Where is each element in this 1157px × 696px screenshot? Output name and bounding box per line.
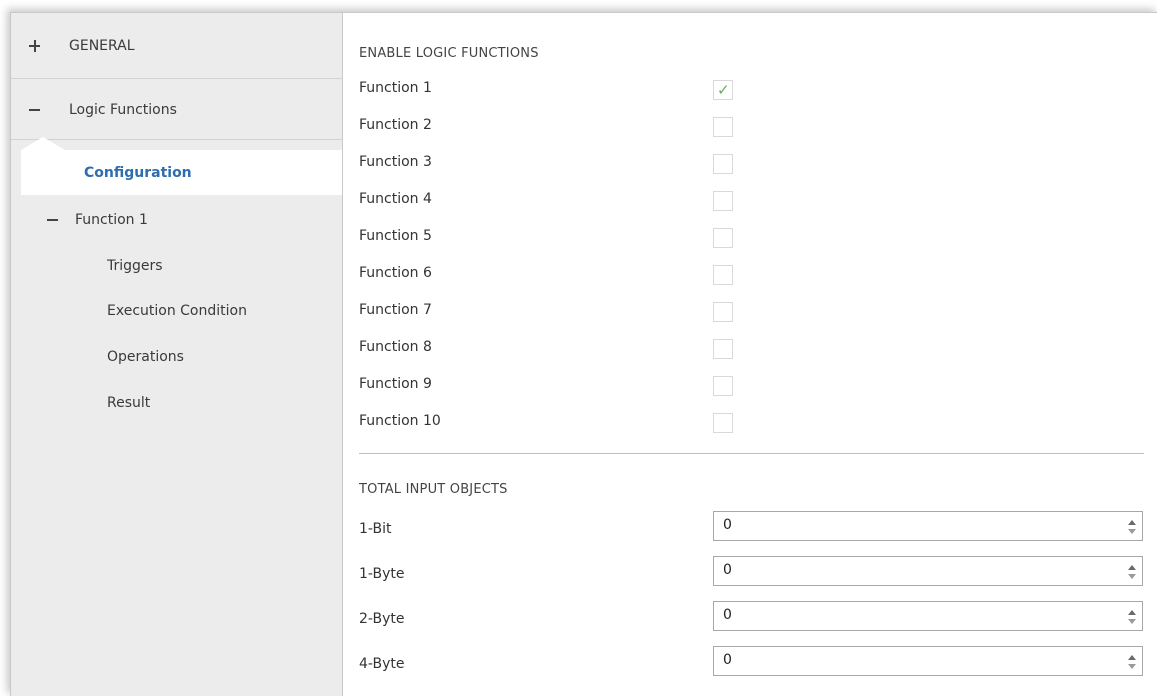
function-label: Function 7 (359, 302, 432, 318)
sidebar-item-triggers[interactable]: Triggers (107, 258, 163, 274)
sidebar-item-logic-functions[interactable]: Logic Functions (11, 80, 342, 140)
check-icon: ✓ (717, 81, 730, 99)
function-checkbox[interactable] (713, 413, 733, 433)
function-checkbox[interactable] (713, 191, 733, 211)
chevron-down-icon[interactable] (1128, 529, 1136, 534)
function-label: Function 4 (359, 191, 432, 207)
input-object-2byte-spinbox[interactable]: 0 (713, 601, 1143, 631)
function-label: Function 9 (359, 376, 432, 392)
sidebar-item-operations[interactable]: Operations (107, 349, 184, 365)
function-label: Function 5 (359, 228, 432, 244)
function-label: Function 2 (359, 117, 432, 133)
input-object-1byte-spinbox[interactable]: 0 (713, 556, 1143, 586)
input-object-label: 1-Bit (359, 521, 392, 537)
section-title-total-inputs: TOTAL INPUT OBJECTS (359, 482, 508, 497)
sidebar-item-label: Logic Functions (69, 101, 177, 118)
selection-notch (21, 137, 65, 150)
sidebar-item-result[interactable]: Result (107, 395, 150, 411)
sidebar-item-label: GENERAL (69, 37, 135, 54)
sidebar: GENERAL Logic Functions Configuration Fu… (11, 13, 343, 696)
sidebar-item-function-1[interactable]: Function 1 (11, 199, 342, 241)
function-checkbox[interactable] (713, 117, 733, 137)
chevron-down-icon[interactable] (1128, 664, 1136, 669)
input-object-label: 2-Byte (359, 611, 405, 627)
spinbox-value[interactable]: 0 (723, 607, 732, 623)
input-object-label: 4-Byte (359, 656, 405, 672)
sidebar-item-configuration[interactable]: Configuration (21, 150, 343, 195)
sidebar-item-label: Configuration (84, 164, 192, 181)
input-object-label: 1-Byte (359, 566, 405, 582)
spinbox-value[interactable]: 0 (723, 652, 732, 668)
function-checkbox[interactable] (713, 265, 733, 285)
function-checkbox[interactable] (713, 376, 733, 396)
function-checkbox[interactable] (713, 228, 733, 248)
chevron-up-icon[interactable] (1128, 610, 1136, 615)
chevron-up-icon[interactable] (1128, 565, 1136, 570)
main-content: ENABLE LOGIC FUNCTIONS Function 1 ✓ Func… (343, 13, 1157, 696)
chevron-down-icon[interactable] (1128, 619, 1136, 624)
chevron-up-icon[interactable] (1128, 655, 1136, 660)
function-label: Function 6 (359, 265, 432, 281)
minus-icon[interactable] (47, 214, 59, 226)
plus-icon[interactable] (29, 39, 41, 52)
function-label: Function 8 (359, 339, 432, 355)
function-label: Function 10 (359, 413, 441, 429)
section-divider (359, 453, 1144, 454)
chevron-down-icon[interactable] (1128, 574, 1136, 579)
sidebar-item-execution-condition[interactable]: Execution Condition (107, 303, 247, 319)
function-checkbox[interactable]: ✓ (713, 80, 733, 100)
window-frame: GENERAL Logic Functions Configuration Fu… (10, 12, 1157, 696)
function-checkbox[interactable] (713, 302, 733, 322)
sidebar-item-label: Function 1 (75, 212, 148, 228)
spinbox-value[interactable]: 0 (723, 517, 732, 533)
chevron-up-icon[interactable] (1128, 520, 1136, 525)
input-object-1bit-spinbox[interactable]: 0 (713, 511, 1143, 541)
function-checkbox[interactable] (713, 154, 733, 174)
spinbox-value[interactable]: 0 (723, 562, 732, 578)
function-checkbox[interactable] (713, 339, 733, 359)
function-label: Function 3 (359, 154, 432, 170)
function-label: Function 1 (359, 80, 432, 96)
section-title-enable: ENABLE LOGIC FUNCTIONS (359, 46, 539, 61)
sidebar-item-general[interactable]: GENERAL (11, 13, 342, 79)
input-object-4byte-spinbox[interactable]: 0 (713, 646, 1143, 676)
minus-icon[interactable] (29, 104, 41, 116)
